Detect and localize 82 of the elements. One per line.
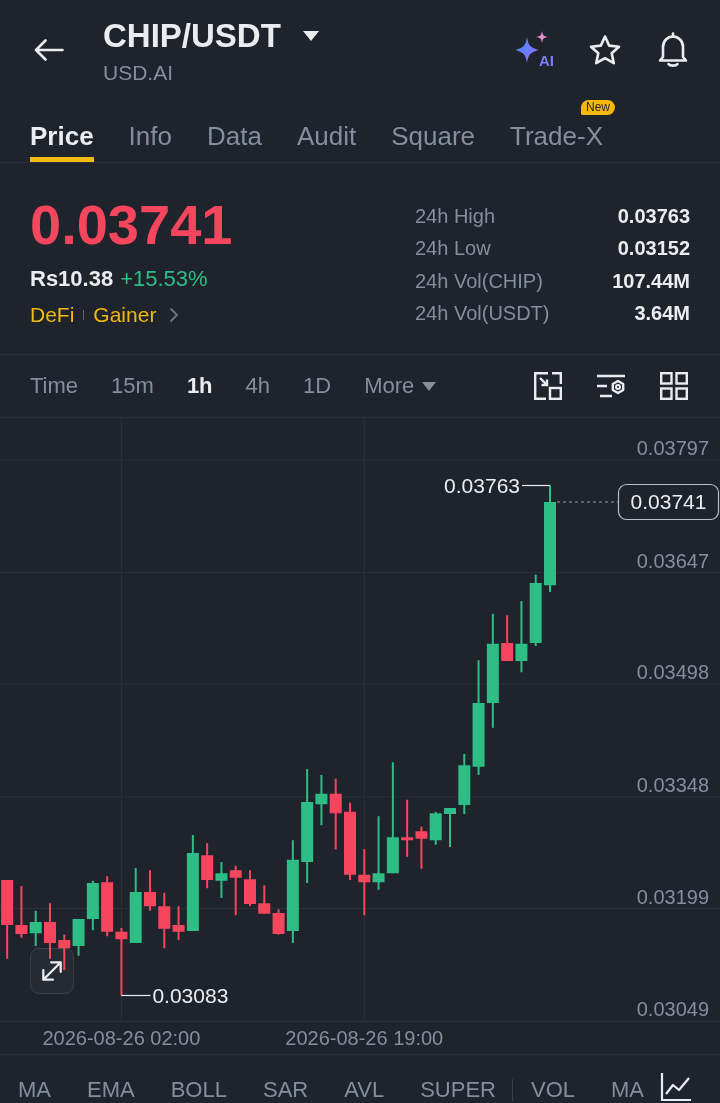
indicator-tab[interactable]: SAR — [262, 1078, 309, 1102]
interval-tab[interactable]: 1h — [186, 373, 213, 399]
stat-label: 24h Low — [415, 237, 492, 261]
list-settings-icon[interactable] — [596, 373, 626, 399]
candlestick — [258, 885, 271, 914]
ref-line-label: 0.03741 — [630, 490, 707, 513]
leader-line — [120, 994, 152, 997]
tab[interactable]: Info — [128, 100, 172, 162]
candlestick — [229, 865, 242, 916]
interval-tab[interactable]: 1D — [303, 373, 332, 399]
indicator-tab[interactable]: SUPER — [420, 1078, 496, 1102]
candlestick — [201, 843, 214, 889]
category-tag[interactable]: DeFi — [30, 303, 75, 327]
candlestick — [101, 876, 114, 937]
price-axis-label: 0.03498 — [636, 661, 709, 684]
interval-tab[interactable]: 4h — [245, 373, 271, 399]
price-axis-label: 0.03797 — [636, 437, 709, 459]
price-axis-label: 0.03647 — [636, 549, 709, 572]
arrow-into-box-icon[interactable] — [534, 372, 562, 400]
candlestick — [529, 574, 542, 646]
back-arrow-icon[interactable] — [34, 39, 64, 61]
tab[interactable]: Data — [207, 100, 262, 162]
indicator-tab[interactable]: MA — [18, 1078, 51, 1102]
candlestick — [115, 928, 128, 996]
candlestick — [72, 919, 85, 956]
stat-label: 24h Vol(USDT) — [415, 302, 550, 326]
tab[interactable]: Square — [391, 100, 475, 162]
price-axis-label: 0.03348 — [636, 773, 709, 796]
candlestick — [215, 862, 228, 898]
more-dropdown[interactable]: More — [364, 373, 437, 399]
price-axis-label: 0.03049 — [636, 998, 709, 1020]
category-tag[interactable]: Gainer — [93, 303, 157, 327]
caret-down-icon — [302, 31, 319, 41]
grid-icon[interactable] — [660, 372, 688, 400]
candlestick — [58, 934, 71, 970]
bell-icon[interactable] — [656, 32, 690, 68]
price-marker-label: 0.03083 — [152, 984, 229, 1007]
last-price-tag: 0.03741 — [617, 483, 720, 521]
candlestick — [44, 903, 56, 959]
price-change-percent: +15.53% — [120, 266, 208, 292]
time-axis-label: 2026-08-26 02:00 — [42, 1027, 201, 1049]
stat-value: 0.03763 — [616, 204, 690, 228]
tab[interactable]: Audit — [296, 100, 357, 162]
candlestick — [415, 826, 428, 869]
star-icon[interactable] — [588, 34, 622, 66]
last-price: 0.03741 — [30, 195, 233, 255]
candlestick — [86, 880, 99, 931]
candlestick — [401, 799, 414, 857]
last-price-line — [556, 501, 619, 503]
price-marker-label: 0.03763 — [444, 474, 520, 497]
chevron-right-icon[interactable] — [170, 308, 179, 322]
candlestick — [358, 849, 371, 916]
indicator-tab[interactable]: VOL — [530, 1078, 575, 1102]
indicator-tab[interactable]: EMA — [87, 1078, 135, 1102]
candlestick — [144, 870, 156, 911]
candlestick — [244, 870, 256, 907]
expand-icon[interactable] — [42, 961, 62, 981]
stat-label: 24h Vol(CHIP) — [415, 269, 544, 293]
indicator-tab[interactable]: MA — [611, 1078, 644, 1102]
local-currency-price: Rs10.38 — [30, 266, 114, 292]
new-badge: New — [580, 100, 615, 115]
stat-value: 107.44M — [612, 269, 690, 293]
ai-assistant-button[interactable]: AI — [514, 31, 554, 69]
stat-value: 0.03152 — [616, 237, 690, 261]
fullscreen-button[interactable] — [30, 948, 74, 994]
pair-selector[interactable]: CHIP/USDT — [103, 19, 319, 53]
price-axis-label: 0.03199 — [636, 885, 709, 908]
interval-tab[interactable]: Time — [30, 373, 79, 399]
time-axis-label: 2026-08-26 19:00 — [285, 1027, 444, 1049]
project-name: USD.AI — [103, 61, 173, 85]
interval-tab[interactable]: 15m — [111, 373, 154, 399]
indicator-tab[interactable]: AVL — [344, 1078, 385, 1102]
stat-label: 24h High — [415, 204, 497, 228]
candlestick — [329, 778, 342, 850]
stat-value: 3.64M — [633, 302, 690, 326]
candlestick — [444, 808, 456, 847]
indicator-tab[interactable]: BOLL — [170, 1078, 227, 1102]
tab[interactable]: Price — [30, 100, 94, 162]
leader-line — [521, 484, 551, 487]
caret-down-icon — [422, 381, 437, 391]
line-chart-icon[interactable] — [660, 1072, 692, 1102]
candlestick — [429, 811, 442, 845]
